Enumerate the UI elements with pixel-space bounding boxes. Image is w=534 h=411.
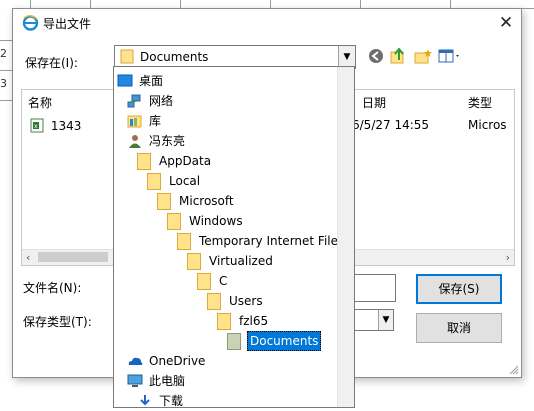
scrollbar-thumb[interactable] [38,252,108,262]
dropdown-scrollbar[interactable] [337,67,354,407]
dropdown-item-label: OneDrive [149,354,206,368]
library-icon [127,115,142,128]
folder-icon [177,233,191,250]
folder-icon [137,153,151,170]
list-item[interactable]: x 1343 [30,118,81,133]
desktop-icon [117,74,133,87]
up-folder-icon[interactable] [390,48,408,64]
chevron-down-icon[interactable]: ▼ [378,310,393,330]
column-header-type[interactable]: 类型 [468,94,492,111]
folder-icon [187,253,201,270]
save-in-value: Documents [140,50,209,64]
folder-icon [197,273,211,290]
dropdown-item-label: 此电脑 [149,374,186,388]
cancel-button[interactable]: 取消 [416,313,502,343]
column-header-date[interactable]: 日期 [362,94,386,111]
file-name: 1343 [50,118,82,133]
background-grid-line [0,100,12,101]
background-grid-line [90,0,91,8]
file-date: 6/5/27 14:55 [352,118,430,132]
file-type: Micros [468,118,507,132]
close-icon: ✕ [498,13,514,33]
background-grid-line [180,0,181,8]
user-icon [129,135,141,148]
dropdown-item-label: Local [169,174,201,188]
background-grid-line [450,0,451,8]
title-bar[interactable]: 导出文件 ✕ [13,9,521,37]
new-folder-icon[interactable] [414,48,432,64]
folder-icon [207,293,221,310]
resize-grip-icon[interactable] [509,365,519,375]
file-type-select[interactable]: ▼ [353,309,394,331]
computer-icon [127,374,143,387]
dropdown-item-label: C [219,274,228,288]
dropdown-item-label: Virtualized [209,254,273,268]
download-icon [140,395,150,406]
background-grid-line [360,0,361,8]
network-icon [127,94,141,108]
dropdown-item-label: 库 [149,114,162,128]
folder-icon [167,213,181,230]
background-grid-line [270,0,271,8]
background-grid-line [0,40,12,41]
dropdown-item-label: 冯东亮 [149,134,186,148]
chevron-down-icon[interactable]: ▼ [338,46,355,68]
dropdown-item-label: 桌面 [139,74,164,88]
file-name-input[interactable] [353,274,396,302]
dropdown-item-label: 下载 [159,394,184,408]
background-cell-text: 2 [0,47,7,60]
dialog-title: 导出文件 [43,17,92,31]
dropdown-item-label: Documents [247,331,322,351]
internet-explorer-icon [22,15,39,31]
close-button[interactable]: ✕ [495,13,517,33]
dropdown-item-label: Temporary Internet Files [199,234,345,248]
excel-file-icon: x [30,118,44,133]
file-name-label: 文件名(N): [23,281,82,295]
dropdown-item-label: 网络 [149,94,174,108]
folder-icon [120,49,134,67]
folder-icon [157,193,171,210]
background-cell-text: 3 [0,77,7,90]
column-header-name[interactable]: 名称 [28,94,52,111]
save-button[interactable]: 保存(S) [416,274,502,304]
file-type-label: 保存类型(T): [23,315,92,329]
background-grid-line [0,70,12,71]
dropdown-item-label: Users [229,294,263,308]
svg-text:x: x [34,123,38,130]
background-left-column [0,8,12,402]
scroll-right-icon[interactable]: › [506,251,510,264]
documents-folder-icon [227,333,241,350]
dropdown-item-label: fzl65 [239,314,269,328]
location-dropdown[interactable]: 桌面 网络 库 冯东亮 AppData Local Microsoft Wind… [113,66,355,408]
save-in-label: 保存在(I): [25,56,78,70]
onedrive-icon [128,357,143,365]
dropdown-item-label: Microsoft [179,194,234,208]
dropdown-item-label: Windows [189,214,243,228]
background-grid-line [30,0,31,8]
folder-icon [217,313,231,330]
view-menu-icon[interactable] [438,48,462,64]
folder-icon [147,173,161,190]
scroll-left-icon[interactable]: ‹ [26,251,30,264]
back-icon[interactable] [368,48,384,64]
dropdown-item-label: AppData [159,154,212,168]
